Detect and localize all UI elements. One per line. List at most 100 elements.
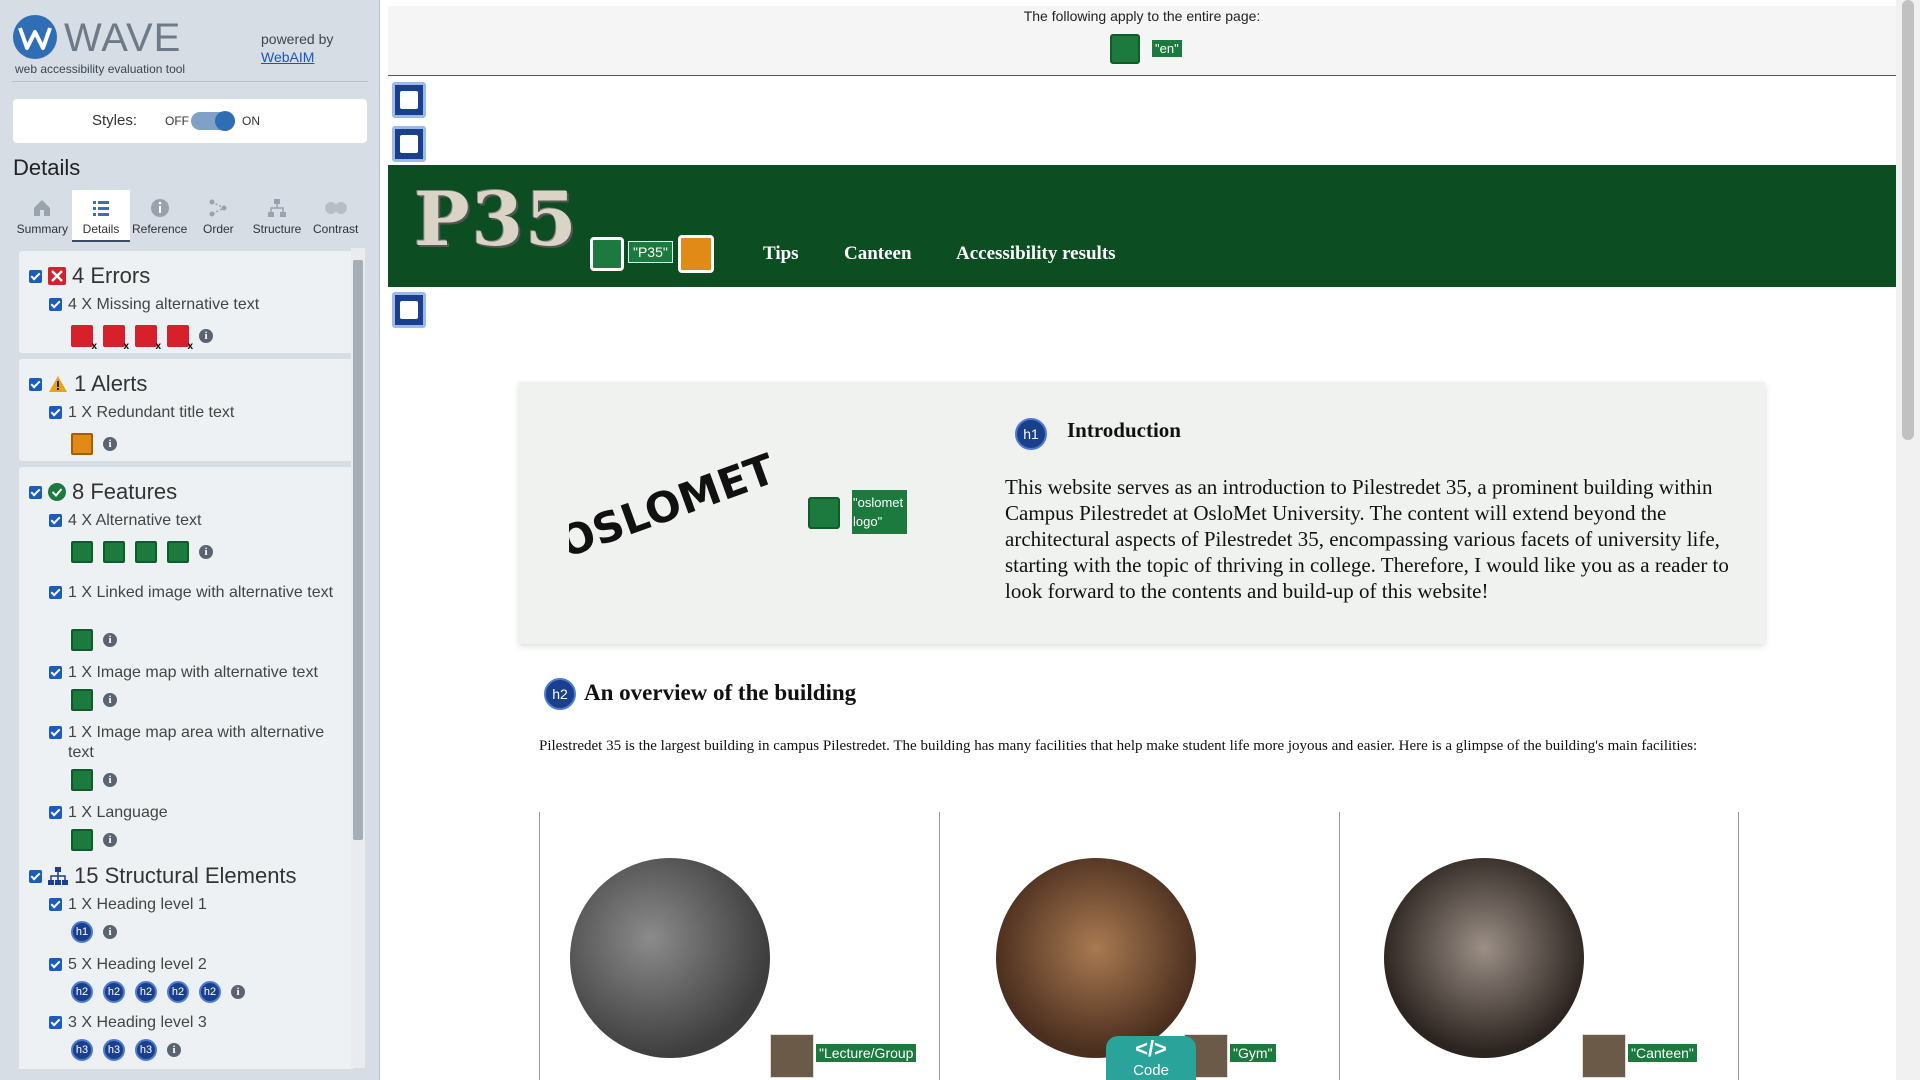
heading-2-icon[interactable]: h2: [544, 678, 576, 710]
tab-details[interactable]: Details: [71, 190, 131, 242]
page-frame: The following apply to the entire page: …: [388, 6, 1896, 1080]
sidebar-scrollbar-thumb[interactable]: [353, 260, 363, 840]
divider: [12, 81, 368, 82]
info-icon[interactable]: i: [103, 833, 117, 847]
missing-alt-icon[interactable]: [103, 325, 129, 352]
info-icon[interactable]: i: [167, 1043, 181, 1057]
page-global-info: The following apply to the entire page: …: [388, 6, 1896, 76]
sidebar-scrollbar[interactable]: [351, 248, 365, 1068]
region-icon[interactable]: [392, 126, 426, 162]
language-tag: "en": [1152, 40, 1182, 57]
info-icon[interactable]: i: [103, 633, 117, 647]
facility-lecture-tag: "Lecture/Group: [816, 1044, 917, 1062]
feature-item-checkbox[interactable]: [49, 586, 62, 599]
feature-item-checkbox[interactable]: [49, 726, 62, 739]
info-icon[interactable]: i: [103, 773, 117, 787]
facility-lecture-image: [570, 858, 770, 1058]
alt-text-icon[interactable]: [808, 497, 840, 529]
alt-text-icon[interactable]: [135, 541, 157, 563]
redundant-title-icon[interactable]: [71, 433, 93, 455]
page-scrollbar[interactable]: [1896, 0, 1920, 1080]
feature-item-checkbox[interactable]: [49, 514, 62, 527]
structure-item-checkbox[interactable]: [49, 958, 62, 971]
heading-2-icon[interactable]: h2: [135, 981, 157, 1003]
missing-alt-icon[interactable]: [167, 325, 193, 352]
alerts-checkbox[interactable]: [29, 377, 42, 391]
heading-2-icon[interactable]: h2: [103, 981, 125, 1003]
alert-item-label: 1 X Redundant title text: [68, 404, 235, 421]
alert-item-checkbox[interactable]: [49, 406, 62, 419]
tab-reference[interactable]: Reference: [130, 190, 189, 242]
p35-logo[interactable]: P35: [414, 177, 579, 263]
facility-gym-image: [996, 858, 1196, 1058]
styles-toggle[interactable]: [191, 111, 235, 131]
wave-brand: WAVE: [64, 16, 182, 60]
feature-item-label: 1 X Image map with alternative text: [68, 664, 318, 681]
structure-section: 15 Structural Elements 1 X Heading level…: [19, 851, 353, 1069]
linked-image-icons: i: [71, 629, 117, 651]
errors-checkbox[interactable]: [29, 269, 42, 283]
alt-text-icon[interactable]: [71, 541, 93, 563]
heading-3-icon[interactable]: h3: [135, 1039, 157, 1061]
structure-item-checkbox[interactable]: [49, 898, 62, 911]
feature-item-checkbox[interactable]: [49, 806, 62, 819]
page-scrollbar-thumb[interactable]: [1902, 0, 1914, 440]
wave-tabs: Summary Details Reference Order Structur…: [13, 190, 365, 242]
linked-image-icon[interactable]: [71, 629, 93, 651]
region-icon[interactable]: [392, 292, 426, 328]
heading-1-icon[interactable]: h1: [1015, 418, 1047, 450]
language-globe-icon[interactable]: [71, 829, 93, 851]
region-icon[interactable]: [392, 82, 426, 118]
error-icons: i: [71, 325, 213, 352]
info-icon[interactable]: i: [103, 693, 117, 707]
heading-3-icon[interactable]: h3: [103, 1039, 125, 1061]
alt-text-icon[interactable]: [103, 541, 125, 563]
tab-contrast[interactable]: Contrast: [306, 190, 365, 242]
alerts-title: 1 Alerts: [74, 371, 148, 396]
tab-contrast-label: Contrast: [313, 222, 359, 236]
features-checkbox[interactable]: [29, 485, 42, 499]
tab-order[interactable]: Order: [189, 190, 248, 242]
error-item-checkbox[interactable]: [49, 298, 62, 311]
code-button[interactable]: </> Code: [1106, 1036, 1196, 1080]
webaim-link[interactable]: WebAIM: [261, 48, 333, 66]
structure-checkbox[interactable]: [29, 869, 42, 883]
feature-item-checkbox[interactable]: [49, 666, 62, 679]
language-globe-icon[interactable]: [1110, 34, 1140, 64]
heading-2-icon[interactable]: h2: [199, 981, 221, 1003]
alt-text-icon[interactable]: [1582, 1034, 1626, 1078]
nav-tips[interactable]: Tips: [763, 243, 799, 265]
image-map-area-icon[interactable]: [71, 769, 93, 791]
heading-3-icon[interactable]: h3: [71, 1039, 93, 1061]
heading-1-icon[interactable]: h1: [71, 921, 93, 943]
feature-item-language: 1 X Language: [49, 803, 349, 823]
wave-details-list: 4 Errors 4 X Missing alternative text i …: [13, 245, 367, 1069]
alt-text-icon[interactable]: [167, 541, 189, 563]
info-icon[interactable]: i: [199, 545, 213, 559]
info-icon[interactable]: i: [103, 437, 117, 451]
oslomet-logo: OSLOMET: [569, 444, 769, 562]
info-icon[interactable]: i: [231, 985, 245, 999]
heading-2-icon[interactable]: h2: [167, 981, 189, 1003]
tab-summary[interactable]: Summary: [13, 190, 72, 242]
wave-tagline: web accessibility evaluation tool: [15, 62, 186, 76]
tab-structure[interactable]: Structure: [248, 190, 307, 242]
code-icon: </>: [1135, 1036, 1167, 1061]
linked-image-icon[interactable]: [590, 237, 624, 271]
structure-item-h1: 1 X Heading level 1: [49, 895, 349, 915]
structure-item-checkbox[interactable]: [49, 1016, 62, 1029]
structure-title: 15 Structural Elements: [74, 863, 297, 888]
alt-text-icon[interactable]: [770, 1034, 814, 1078]
info-icon[interactable]: i: [103, 925, 117, 939]
nav-accessibility-results[interactable]: Accessibility results: [956, 243, 1116, 265]
nav-canteen[interactable]: Canteen: [844, 243, 912, 265]
heading-2-icon[interactable]: h2: [71, 981, 93, 1003]
styles-toggle-box: Styles: OFF ON: [13, 99, 367, 143]
styles-label: Styles:: [92, 112, 138, 129]
image-map-icon[interactable]: [71, 689, 93, 711]
facility-canteen: "Canteen": [1339, 812, 1739, 1080]
redundant-title-icon[interactable]: [678, 235, 714, 273]
missing-alt-icon[interactable]: [135, 325, 161, 352]
info-icon[interactable]: i: [199, 329, 213, 343]
missing-alt-icon[interactable]: [71, 325, 97, 352]
